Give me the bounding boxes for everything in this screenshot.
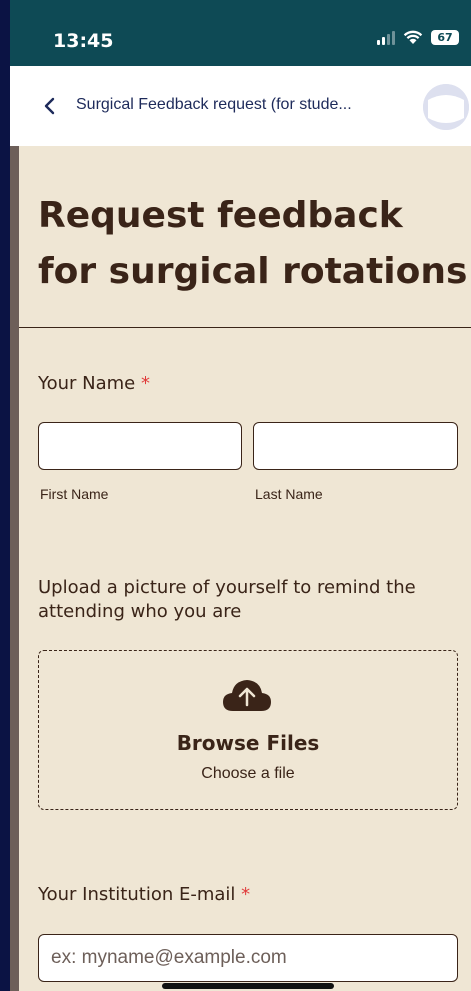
email-label: Your Institution E-mail * xyxy=(38,884,251,905)
upload-label: Upload a picture of yourself to remind t… xyxy=(38,577,416,622)
first-name-input[interactable] xyxy=(38,422,242,470)
battery-icon: 67 xyxy=(431,30,459,45)
nav-title: Surgical Feedback request (for stude... xyxy=(76,96,352,113)
file-upload-dropzone[interactable]: Browse Files Choose a file xyxy=(38,650,458,810)
required-mark: * xyxy=(241,884,251,905)
back-chevron-icon[interactable] xyxy=(38,94,62,118)
last-name-sublabel: Last Name xyxy=(255,486,323,502)
first-name-sublabel: First Name xyxy=(40,486,109,502)
avatar[interactable] xyxy=(423,84,469,130)
page-title: Request feedback for surgical rotations xyxy=(38,195,468,292)
name-label: Your Name * xyxy=(38,373,150,394)
wifi-icon xyxy=(403,30,423,44)
form-container: Request feedback for surgical rotations … xyxy=(10,146,471,991)
status-time: 13:45 xyxy=(53,30,114,52)
status-bar: 13:45 67 xyxy=(10,0,471,66)
avatar-icon xyxy=(423,84,469,130)
signal-icon xyxy=(377,30,395,45)
browse-files-label: Browse Files xyxy=(176,731,320,755)
email-input[interactable] xyxy=(38,934,458,982)
cloud-upload-icon xyxy=(223,680,271,711)
nav-bar: Surgical Feedback request (for stude... xyxy=(10,66,471,146)
last-name-input[interactable] xyxy=(253,422,458,470)
required-mark: * xyxy=(141,373,150,394)
status-icons: 67 xyxy=(377,30,459,45)
choose-file-label: Choose a file xyxy=(201,765,295,782)
title-divider xyxy=(19,327,471,328)
home-indicator xyxy=(162,983,334,989)
